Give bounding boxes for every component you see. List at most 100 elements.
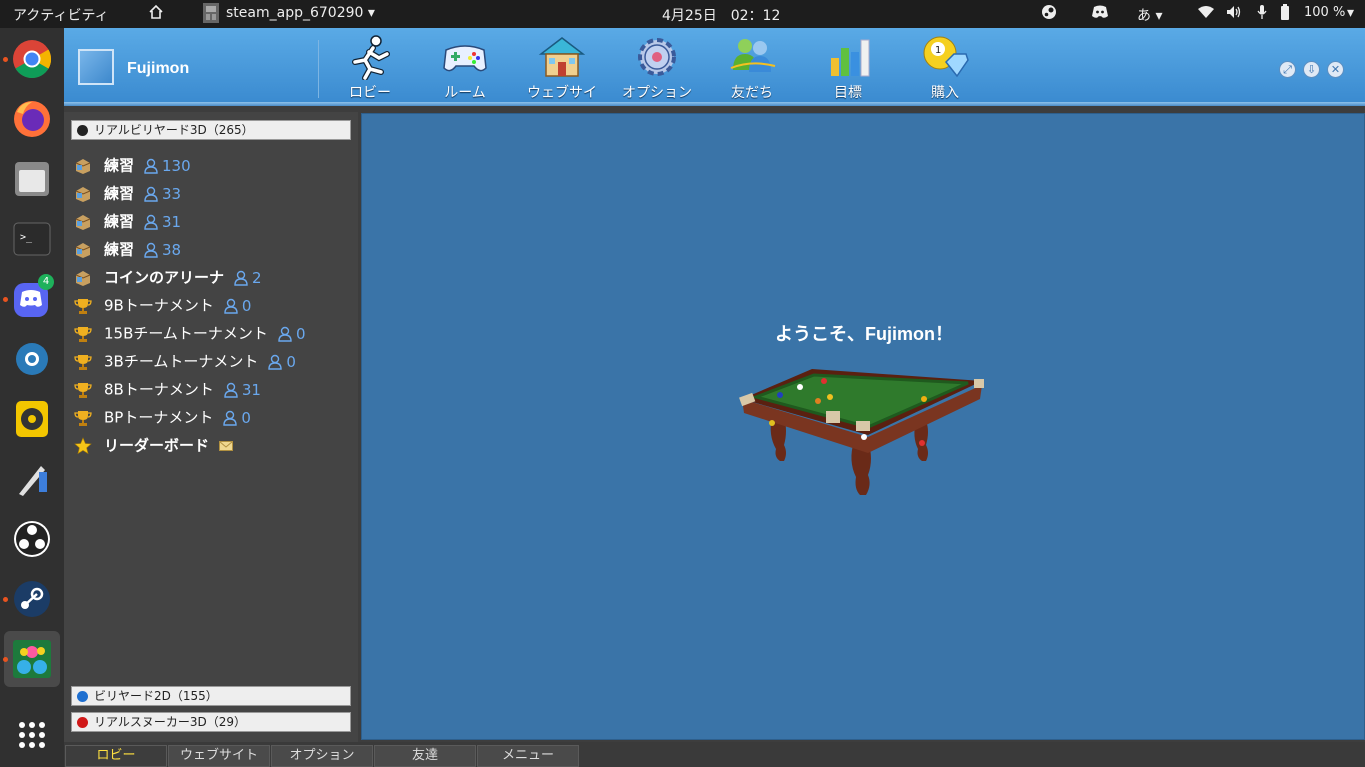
room-item[interactable]: BPトーナメント 0 <box>74 406 251 428</box>
steam-store-icon[interactable] <box>11 338 53 380</box>
game-lobby-window: Fujimon ロビー ルーム ウェブサイ オプション 友だち 目標 1 購入 <box>64 28 1365 767</box>
discord-icon[interactable]: 4 <box>11 274 54 320</box>
category-real-snooker-3d[interactable]: リアルスヌーカー3D（29） <box>71 712 351 732</box>
person-icon <box>223 410 238 426</box>
tab-lobby[interactable]: ロビー <box>65 745 167 767</box>
person-icon <box>144 186 158 202</box>
app-grid-icon[interactable] <box>11 714 53 756</box>
chrome-icon[interactable] <box>11 38 53 80</box>
nav-options[interactable]: オプション <box>612 32 702 102</box>
room-item[interactable]: コインのアリーナ 2 <box>74 266 262 288</box>
home-icon[interactable] <box>148 4 164 24</box>
nav-goals[interactable]: 目標 <box>803 32 893 102</box>
red-ball-icon <box>77 717 88 728</box>
terminal-icon[interactable]: >_ <box>11 218 53 260</box>
running-indicator <box>3 297 8 302</box>
player-count: 38 <box>162 240 182 259</box>
steam-icon[interactable] <box>11 578 53 620</box>
welcome-panel: ようこそ、Fujimon！ <box>361 113 1365 740</box>
close-icon[interactable]: ✕ <box>1327 61 1344 78</box>
external-link-icon[interactable]: ⤢ <box>1279 61 1296 78</box>
room-item[interactable]: 3Bチームトーナメント 0 <box>74 350 296 372</box>
discord-tray-icon[interactable] <box>1091 5 1109 23</box>
nav-lobby[interactable]: ロビー <box>325 32 415 102</box>
person-icon <box>278 326 292 342</box>
person-icon <box>144 158 158 174</box>
nav-label: 友だち <box>731 85 773 101</box>
room-name: コインのアリーナ <box>104 268 225 287</box>
gear-icon <box>638 38 676 76</box>
svg-text:1: 1 <box>935 45 941 56</box>
battery-level[interactable]: 100 % <box>1304 5 1345 20</box>
bar-chart-icon <box>831 39 870 77</box>
category-billiards-2d[interactable]: ビリヤード2D（155） <box>71 686 351 706</box>
room-item[interactable]: 練習 31 <box>74 210 181 232</box>
rhythmbox-icon[interactable] <box>11 398 53 440</box>
category-real-billiards-3d[interactable]: リアルビリヤード3D（265） <box>71 120 351 140</box>
room-box-icon <box>75 158 91 174</box>
trophy-icon <box>74 298 92 314</box>
nav-label: オプション <box>622 85 692 101</box>
microphone-icon[interactable] <box>1256 4 1268 24</box>
room-box-icon <box>75 186 91 202</box>
avatar[interactable] <box>78 49 114 85</box>
room-item[interactable]: 8Bトーナメント 31 <box>74 378 261 400</box>
files-icon[interactable] <box>11 158 53 200</box>
room-name: 8Bトーナメント <box>104 380 214 399</box>
nav-room[interactable]: ルーム <box>420 32 510 102</box>
input-method-label: あ <box>1137 8 1151 24</box>
room-name: BPトーナメント <box>104 408 214 427</box>
battery-icon[interactable] <box>1280 4 1290 24</box>
room-item[interactable]: 15Bチームトーナメント 0 <box>74 322 305 344</box>
player-count: 31 <box>241 380 261 399</box>
wifi-icon[interactable] <box>1198 5 1214 23</box>
tab-options[interactable]: オプション <box>271 745 373 767</box>
nav-purchase[interactable]: 1 購入 <box>900 32 990 102</box>
app-menu[interactable]: steam_app_670290 ▾ <box>226 5 375 21</box>
blue-ball-icon <box>77 691 88 702</box>
room-item[interactable]: 練習 130 <box>74 154 191 176</box>
notification-badge: 4 <box>38 274 54 290</box>
nav-friends[interactable]: 友だち <box>707 32 797 102</box>
billiards-game-icon[interactable] <box>11 638 53 680</box>
category-label: リアルスヌーカー3D（29） <box>94 715 247 729</box>
trophy-icon <box>74 382 92 398</box>
tab-website[interactable]: ウェブサイト <box>168 745 270 767</box>
player-count: 31 <box>162 212 182 231</box>
running-indicator <box>3 657 8 662</box>
nav-website[interactable]: ウェブサイ <box>517 32 607 102</box>
nav-label: ルーム <box>444 85 486 101</box>
volume-icon[interactable] <box>1226 5 1242 23</box>
firefox-icon[interactable] <box>11 98 53 140</box>
leaderboard-item[interactable]: リーダーボード <box>74 434 234 456</box>
system-menu-chevron-icon[interactable]: ▾ <box>1347 5 1354 21</box>
draw-icon[interactable] <box>11 458 53 500</box>
app-menu-label: steam_app_670290 <box>226 5 364 21</box>
tab-menu[interactable]: メニュー <box>477 745 579 767</box>
obs-icon[interactable] <box>11 518 53 560</box>
input-method-menu[interactable]: あ ▾ <box>1137 5 1162 25</box>
friends-icon <box>730 39 776 72</box>
clock[interactable]: 4月25日 02：12 <box>662 5 780 25</box>
steam-tray-icon[interactable] <box>1041 4 1057 24</box>
divider <box>318 40 319 98</box>
activities-button[interactable]: アクティビティ <box>13 5 109 25</box>
room-box-icon <box>75 270 91 286</box>
category-label: リアルビリヤード3D（265） <box>94 123 254 137</box>
room-item[interactable]: 練習 33 <box>74 182 181 204</box>
person-icon <box>224 298 238 314</box>
gamepad-icon <box>443 45 487 72</box>
player-count: 33 <box>162 184 182 203</box>
room-item[interactable]: 9Bトーナメント 0 <box>74 294 251 316</box>
house-icon <box>538 37 586 77</box>
room-item[interactable]: 練習 38 <box>74 238 181 260</box>
room-name: 練習 <box>104 184 135 203</box>
player-count: 0 <box>241 408 251 427</box>
nav-label: ウェブサイ <box>527 85 597 101</box>
download-icon[interactable]: ⇩ <box>1303 61 1320 78</box>
person-icon <box>224 382 238 398</box>
person-icon <box>268 354 283 370</box>
lobby-toolbar: Fujimon ロビー ルーム ウェブサイ オプション 友だち 目標 1 購入 <box>64 28 1365 106</box>
running-indicator <box>3 597 8 602</box>
tab-friends[interactable]: 友達 <box>374 745 476 767</box>
